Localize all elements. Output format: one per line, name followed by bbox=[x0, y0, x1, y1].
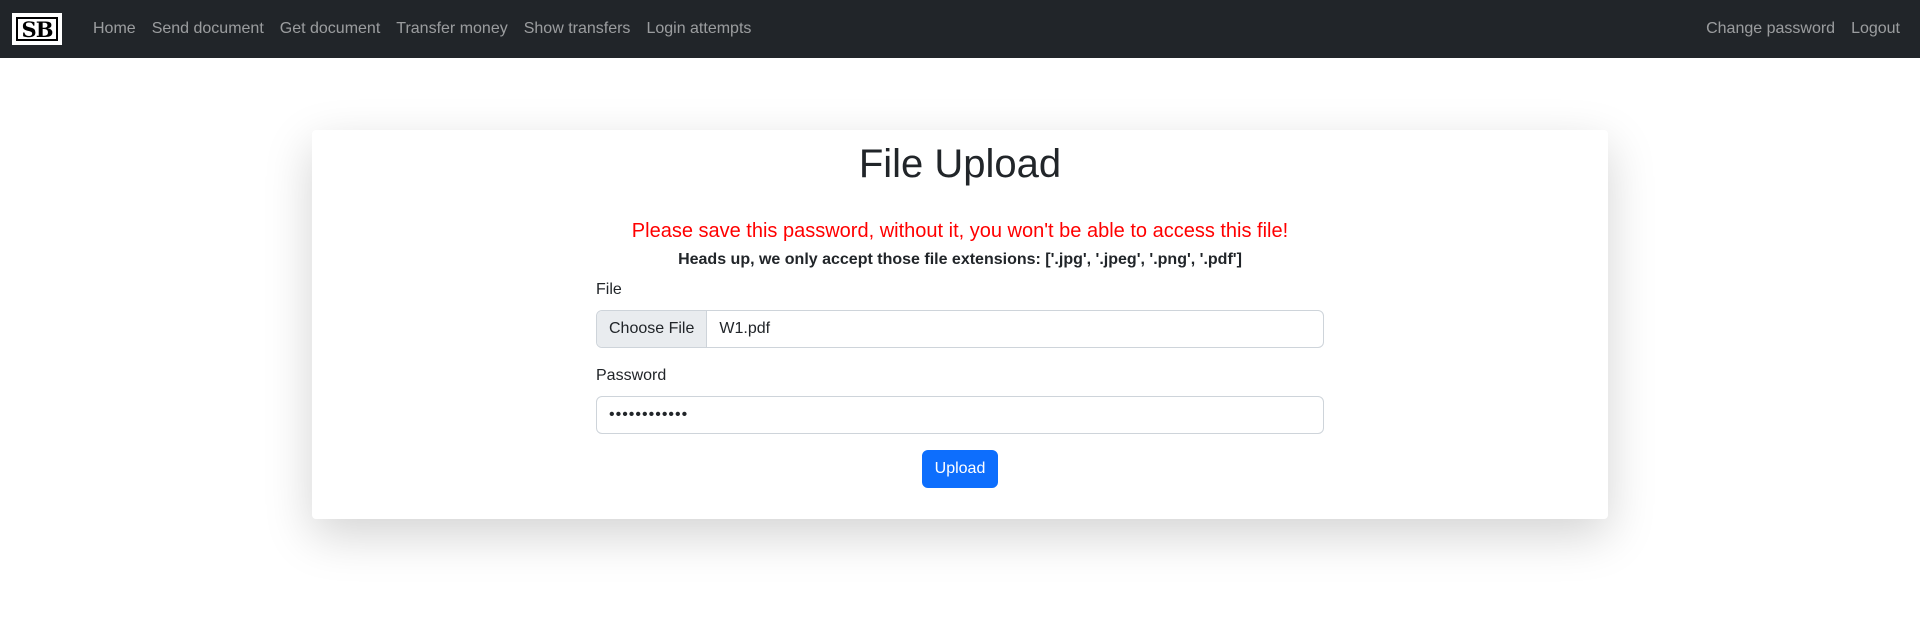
upload-form: File Choose File W1.pdf Password •••••••… bbox=[596, 278, 1324, 488]
brand-logo-text: SB bbox=[16, 17, 58, 41]
file-label: File bbox=[596, 281, 622, 298]
nav-link-transfer-money[interactable]: Transfer money bbox=[388, 12, 515, 46]
choose-file-button[interactable]: Choose File bbox=[597, 311, 708, 347]
file-extension-notice: Heads up, we only accept those file exte… bbox=[678, 251, 1242, 268]
nav-link-logout[interactable]: Logout bbox=[1843, 12, 1908, 46]
password-warning: Please save this password, without it, y… bbox=[631, 220, 1289, 242]
nav-link-change-password[interactable]: Change password bbox=[1698, 12, 1843, 46]
password-label: Password bbox=[596, 367, 667, 384]
upload-button[interactable]: Upload bbox=[921, 450, 999, 488]
nav-left-links: Home Send document Get document Transfer… bbox=[85, 12, 759, 46]
submit-row: Upload bbox=[596, 450, 1324, 488]
nav-link-show-transfers[interactable]: Show transfers bbox=[516, 12, 639, 46]
nav-link-home[interactable]: Home bbox=[85, 12, 144, 46]
nav-link-get-document[interactable]: Get document bbox=[272, 12, 389, 46]
password-input[interactable]: •••••••••••• bbox=[596, 396, 1324, 434]
top-navbar: SB Home Send document Get document Trans… bbox=[0, 0, 1920, 58]
page-title: File Upload bbox=[858, 142, 1062, 186]
nav-link-send-document[interactable]: Send document bbox=[144, 12, 272, 46]
file-input[interactable]: Choose File W1.pdf bbox=[596, 310, 1324, 348]
nav-link-login-attempts[interactable]: Login attempts bbox=[638, 12, 759, 46]
selected-file-name: W1.pdf bbox=[719, 320, 771, 337]
brand-logo[interactable]: SB bbox=[12, 13, 62, 45]
nav-right-links: Change password Logout bbox=[1698, 12, 1908, 46]
